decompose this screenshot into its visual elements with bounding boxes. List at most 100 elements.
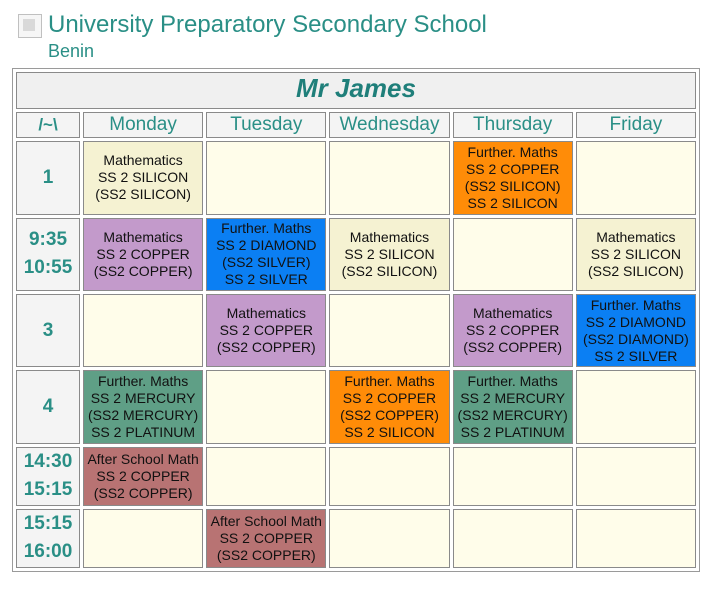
teacher-name: Mr James xyxy=(296,72,416,103)
lesson-subject: Further. Maths xyxy=(221,220,312,237)
day-header-thursday: Thursday xyxy=(452,111,573,139)
lesson-class: SS 2 COPPER xyxy=(219,529,313,546)
lesson-class: SS 2 SILICON xyxy=(590,245,681,262)
lesson-subject: Mathematics xyxy=(103,152,183,169)
empty-slot-cell xyxy=(206,370,327,444)
lesson-cell: After School Math SS 2 COPPER (SS2 COPPER) xyxy=(206,508,327,568)
empty-slot-cell xyxy=(329,293,450,368)
period-label-cell: 1 xyxy=(16,141,80,215)
lesson-subject: Further. Maths xyxy=(467,143,558,160)
day-header-row: /~\ Monday Tuesday Wednesday Thursday Friday xyxy=(16,111,696,139)
lesson-class: (SS2 DIAMOND) xyxy=(582,330,689,347)
lesson-class: (SS2 SILVER) xyxy=(222,254,311,271)
period-label-cell: 9:35 10:55 xyxy=(16,217,80,291)
lesson-class: SS 2 SILICON xyxy=(97,169,189,186)
period-label: 1 xyxy=(42,166,54,188)
period-label-cell: 4 xyxy=(16,370,80,444)
period-label: 15:15 xyxy=(23,479,73,501)
period-label: 15:15 xyxy=(23,513,73,535)
empty-slot-cell xyxy=(575,370,696,444)
lesson-class: (SS2 SILICON) xyxy=(464,177,561,194)
lesson-subject: Mathematics xyxy=(226,305,306,322)
lesson-cell: Mathematics SS 2 COPPER (SS2 COPPER) xyxy=(83,217,204,291)
lesson-class: SS 2 SILVER xyxy=(224,271,308,288)
lesson-cell: Mathematics SS 2 SILICON (SS2 SILICON) xyxy=(575,217,696,291)
lesson-class: (SS2 SILICON) xyxy=(588,262,684,279)
lesson-cell: Further. Maths SS 2 MERCURY (SS2 MERCURY) S… xyxy=(83,370,204,444)
period-label: 9:35 xyxy=(28,229,68,251)
lesson-subject: Further. Maths xyxy=(344,373,435,389)
lesson-class: SS 2 PLATINUM xyxy=(460,424,565,440)
lesson-class: (SS2 COPPER) xyxy=(216,546,316,563)
lesson-cell: Further. Maths SS 2 MERCURY (SS2 MERCURY) S… xyxy=(452,370,573,444)
empty-slot-cell xyxy=(329,508,450,568)
lesson-class: SS 2 COPPER xyxy=(96,245,190,262)
lesson-class: SS 2 MERCURY xyxy=(90,390,196,406)
lesson-class: (SS2 COPPER) xyxy=(340,407,439,423)
day-header-monday: Monday xyxy=(83,111,204,139)
lesson-cell: Further. Maths SS 2 COPPER (SS2 SILICON) SS… xyxy=(452,141,573,215)
lesson-cell: Mathematics SS 2 COPPER (SS2 COPPER) xyxy=(206,293,327,368)
empty-slot-cell xyxy=(329,446,450,506)
lesson-class: SS 2 DIAMOND xyxy=(216,237,317,254)
lesson-class: SS 2 COPPER xyxy=(219,322,313,339)
lesson-class: SS 2 MERCURY xyxy=(460,390,566,406)
lesson-class: SS 2 COPPER xyxy=(342,390,437,406)
lesson-class: SS 2 COPPER xyxy=(465,322,560,339)
empty-slot-cell xyxy=(452,446,573,506)
period-label-cell: 3 xyxy=(16,293,80,368)
lesson-subject: Further. Maths xyxy=(467,373,558,389)
period-label: 4 xyxy=(42,396,54,417)
lesson-subject: After School Math xyxy=(87,450,199,467)
teacher-title-cell: Mr James xyxy=(16,72,696,109)
empty-slot-cell xyxy=(83,293,204,368)
period-row: 3 Mathematics SS 2 COPPER (SS2 COPPER) Mathe… xyxy=(16,293,696,368)
period-label-cell: 14:30 15:15 xyxy=(16,446,80,506)
lesson-class: SS 2 SILVER xyxy=(594,347,678,364)
lesson-subject: Mathematics xyxy=(596,228,676,245)
lesson-class: SS 2 SILICON xyxy=(344,245,435,262)
period-label-cell: 15:15 16:00 xyxy=(16,508,80,568)
lesson-subject: After School Math xyxy=(210,512,322,529)
period-row: 4 Further. Maths SS 2 MERCURY (SS2 MERCURY)… xyxy=(16,370,696,444)
empty-slot-cell xyxy=(83,508,204,568)
broken-image-icon xyxy=(18,14,42,38)
lesson-class: (SS2 COPPER) xyxy=(93,484,193,501)
empty-slot-cell xyxy=(206,446,327,506)
timetable: Mr James /~\ Monday Tuesday Wednesday Thurs… xyxy=(13,69,699,571)
lesson-class: (SS2 MERCURY) xyxy=(87,407,199,423)
period-label: 10:55 xyxy=(23,257,73,279)
lesson-cell: After School Math SS 2 COPPER (SS2 COPPER) xyxy=(83,446,204,506)
lesson-subject: Mathematics xyxy=(103,228,183,245)
lesson-subject: Mathematics xyxy=(472,305,553,322)
page-header: University Preparatory Secondary School … xyxy=(0,0,721,66)
day-header-friday: Friday xyxy=(575,111,696,139)
lesson-cell: Further. Maths SS 2 DIAMOND (SS2 DIAMOND) S… xyxy=(575,293,696,368)
lesson-subject: Mathematics xyxy=(349,228,430,245)
lesson-cell: Further. Maths SS 2 COPPER (SS2 COPPER) SS … xyxy=(329,370,450,444)
lesson-class: SS 2 COPPER xyxy=(96,467,190,484)
empty-slot-cell xyxy=(452,217,573,291)
lesson-cell: Mathematics SS 2 SILICON (SS2 SILICON) xyxy=(83,141,204,215)
empty-slot-cell xyxy=(575,141,696,215)
lesson-class: SS 2 DIAMOND xyxy=(585,313,687,330)
period-label: 3 xyxy=(42,319,54,341)
lesson-class: (SS2 COPPER) xyxy=(93,262,193,279)
period-label: 14:30 xyxy=(23,451,73,473)
lesson-class: (SS2 SILICON) xyxy=(95,186,191,203)
empty-slot-cell xyxy=(329,141,450,215)
lesson-class: SS 2 SILICON xyxy=(344,424,435,440)
lesson-class: (SS2 SILICON) xyxy=(341,262,438,279)
lesson-class: SS 2 SILICON xyxy=(467,194,558,211)
period-label: 16:00 xyxy=(23,541,73,563)
lesson-class: (SS2 COPPER) xyxy=(216,339,316,356)
lesson-class: (SS2 COPPER) xyxy=(463,339,563,356)
period-row: 15:15 16:00 After School Math SS 2 COPPER (S… xyxy=(16,508,696,568)
corner-cell: /~\ xyxy=(16,111,80,139)
lesson-cell: Mathematics SS 2 COPPER (SS2 COPPER) xyxy=(452,293,573,368)
lesson-cell: Further. Maths SS 2 DIAMOND (SS2 SILVER) SS… xyxy=(206,217,327,291)
day-header-wednesday: Wednesday xyxy=(329,111,450,139)
lesson-class: SS 2 PLATINUM xyxy=(91,424,196,440)
school-name: University Preparatory Secondary School xyxy=(48,11,487,38)
period-row: 9:35 10:55 Mathematics SS 2 COPPER (SS2 COPP… xyxy=(16,217,696,291)
